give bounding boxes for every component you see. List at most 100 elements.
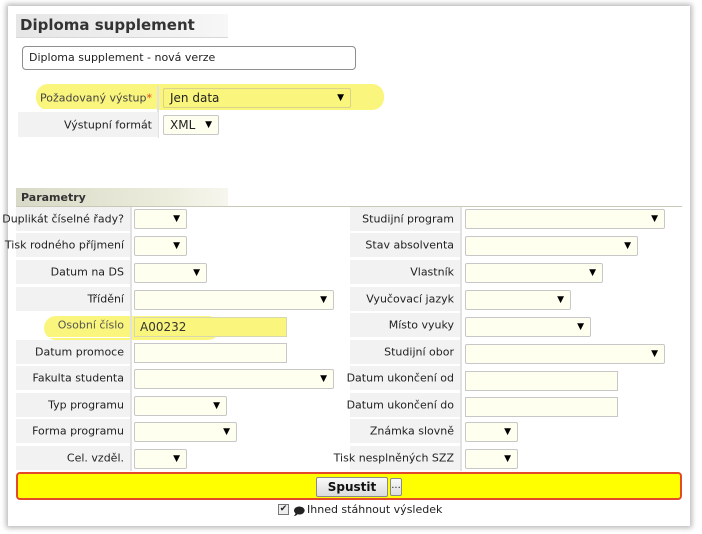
param-label-cell: Osobní číslo: [16, 313, 130, 338]
left-column-separator: [130, 207, 132, 471]
right-column-separator: [460, 207, 462, 471]
requested-output-label: Požadovaný výstup: [40, 91, 147, 104]
cel-vzdel-select[interactable]: ▼: [134, 449, 187, 469]
duplikat-select[interactable]: ▼: [134, 209, 187, 229]
param-label: Duplikát číselné řady?: [2, 212, 124, 226]
chevron-down-icon: ▼: [173, 454, 180, 464]
datum-ukonceni-od-input[interactable]: [465, 371, 618, 391]
param-label: Cel. vzděl.: [66, 451, 124, 465]
param-label-cell: Tisk rodného příjmení: [5, 233, 130, 258]
param-label: Fakulta studenta: [32, 371, 124, 385]
param-label: Studijní obor: [384, 345, 454, 359]
studijni-program-select[interactable]: ▼: [465, 209, 665, 229]
page-title: Diploma supplement: [20, 16, 195, 34]
studijni-obor-select[interactable]: ▼: [465, 344, 665, 364]
trideni-select[interactable]: ▼: [134, 290, 334, 310]
requested-output-label-wrap: Požadovaný výstup*: [40, 91, 152, 104]
param-label: Tisk nesplněných SZZ: [333, 451, 454, 465]
param-label: Vyučovací jazyk: [366, 292, 454, 306]
param-label-cell: Vyučovací jazyk: [350, 287, 460, 312]
znamka-slovne-select[interactable]: ▼: [465, 422, 518, 442]
datum-promoce-input[interactable]: [134, 343, 287, 363]
param-label: Známka slovně: [369, 424, 454, 438]
param-label-cell: Známka slovně: [350, 419, 460, 444]
parameters-heading: Parametry: [16, 188, 228, 206]
param-label: Datum promoce: [35, 345, 124, 359]
format-value: XML: [170, 118, 196, 132]
format-label-cell: Výstupní formát: [18, 112, 158, 138]
param-label: Vlastník: [410, 265, 454, 279]
run-button[interactable]: Spustit: [316, 477, 388, 497]
version-selector[interactable]: Diploma supplement - nová verze: [22, 46, 356, 70]
osobni-cislo-input[interactable]: A00232: [134, 317, 287, 337]
typ-programu-select[interactable]: ▼: [134, 396, 227, 416]
param-label: Studijní program: [362, 212, 454, 226]
param-label: Tisk rodného příjmení: [4, 238, 124, 252]
param-label-cell: Datum ukončení do: [346, 393, 460, 418]
chevron-down-icon: ▼: [624, 241, 631, 251]
download-label: Ihned stáhnout výsledek: [307, 503, 443, 516]
more-options-button[interactable]: ...: [390, 478, 402, 496]
version-label: Diploma supplement - nová verze: [29, 51, 216, 64]
param-label: Místo vyuky: [388, 318, 454, 332]
chevron-down-icon: ▼: [320, 374, 327, 384]
datum-ukonceni-do-input[interactable]: [465, 397, 618, 417]
param-label-cell: Forma programu: [16, 419, 130, 444]
chevron-down-icon: ▼: [589, 268, 596, 278]
required-mark: *: [146, 91, 153, 104]
fakulta-select[interactable]: ▼: [134, 369, 334, 389]
run-bar: Spustit ...: [16, 472, 682, 500]
chevron-down-icon: ▼: [557, 295, 564, 305]
param-label-cell: Vlastník: [350, 260, 460, 285]
param-label: Osobní číslo: [57, 318, 124, 332]
param-label-cell: Typ programu: [16, 393, 130, 418]
param-label: Datum ukončení do: [346, 398, 454, 412]
param-label: Forma programu: [32, 424, 124, 438]
chevron-down-icon: ▼: [651, 349, 658, 359]
param-label-cell: Datum ukončení od: [346, 366, 460, 391]
chevron-down-icon: ▼: [504, 454, 511, 464]
stav-absolventa-select[interactable]: ▼: [465, 236, 638, 256]
format-label: Výstupní formát: [64, 118, 152, 131]
chevron-down-icon: ▼: [213, 401, 220, 411]
param-label-cell: Stav absolventa: [350, 233, 460, 258]
param-label: Stav absolventa: [365, 238, 454, 252]
param-label-cell: Datum na DS: [16, 260, 130, 285]
tisk-nesplnenych-select[interactable]: ▼: [465, 449, 518, 469]
speech-bubble-icon: 🗩: [293, 505, 306, 518]
requested-output-value: Jen data: [170, 91, 220, 105]
requested-output-label-cell: Požadovaný výstup*: [18, 86, 158, 110]
chevron-down-icon: ▼: [205, 120, 212, 130]
datum-na-ds-select[interactable]: ▼: [134, 263, 207, 283]
param-label: Datum na DS: [50, 265, 124, 279]
chevron-down-icon: ▼: [504, 427, 511, 437]
download-checkbox[interactable]: ✔: [278, 504, 289, 515]
osobni-cislo-value: A00232: [140, 320, 187, 334]
param-label: Třídění: [87, 292, 124, 306]
vyucovaci-jazyk-select[interactable]: ▼: [465, 290, 571, 310]
title-bar: Diploma supplement: [16, 14, 228, 38]
tisk-rodneho-select[interactable]: ▼: [134, 236, 187, 256]
misto-vyuky-select[interactable]: ▼: [465, 317, 591, 337]
param-label-cell: Místo vyuky: [350, 313, 460, 338]
param-label-cell: Tisk nesplněných SZZ: [334, 446, 460, 471]
param-label-cell: Cel. vzděl.: [16, 446, 130, 471]
chevron-down-icon: ▼: [337, 93, 344, 103]
chevron-down-icon: ▼: [173, 241, 180, 251]
param-label-cell: Fakulta studenta: [16, 366, 130, 391]
format-select[interactable]: XML ▼: [163, 115, 219, 135]
chevron-down-icon: ▼: [173, 214, 180, 224]
param-label-cell: Třídění: [16, 287, 130, 312]
chevron-down-icon: ▼: [223, 427, 230, 437]
param-label-cell: Datum promoce: [16, 340, 130, 365]
chevron-down-icon: ▼: [320, 295, 327, 305]
param-label-cell: Duplikát číselné řady?: [2, 207, 130, 232]
param-label: Typ programu: [48, 398, 124, 412]
forma-programu-select[interactable]: ▼: [134, 422, 237, 442]
chevron-down-icon: ▼: [577, 322, 584, 332]
param-label: Datum ukončení od: [346, 371, 454, 385]
chevron-down-icon: ▼: [193, 268, 200, 278]
chevron-down-icon: ▼: [651, 214, 658, 224]
vlastnik-select[interactable]: ▼: [465, 263, 603, 283]
requested-output-select[interactable]: Jen data ▼: [163, 88, 351, 108]
